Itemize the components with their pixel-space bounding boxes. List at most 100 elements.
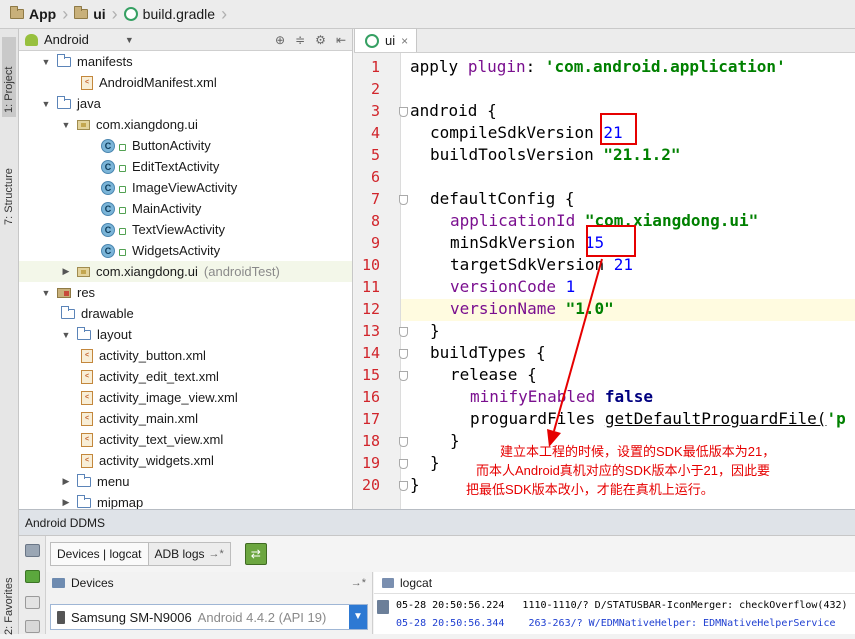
gradle-file-icon (365, 33, 379, 48)
line-number: 5 (370, 146, 380, 164)
camera-icon[interactable] (25, 544, 40, 557)
fold-marker-icon[interactable] (399, 371, 408, 381)
tree-item[interactable]: < activity_widgets.xml (19, 450, 352, 471)
run-icon[interactable] (25, 570, 40, 583)
tree-item-label: ImageViewActivity (132, 180, 238, 195)
logcat-pane: logcat 05-28 20:50:56.224 1110-1110/? D/… (374, 572, 855, 634)
view-selector[interactable]: Android (44, 32, 89, 47)
line-number: 20 (361, 476, 380, 494)
fold-marker-icon[interactable] (399, 107, 408, 117)
settings-icon[interactable] (25, 620, 40, 633)
collapsed-arrow-icon[interactable]: ▶ (61, 497, 71, 508)
scroll-from-source-icon[interactable]: ⊕ (275, 33, 285, 47)
tree-item-label: AndroidManifest.xml (99, 75, 217, 90)
code-line-19: } (430, 453, 440, 472)
tree-item[interactable]: < activity_main.xml (19, 408, 352, 429)
dropdown-arrow-icon[interactable]: ▼ (125, 35, 134, 45)
line-number: 8 (370, 212, 380, 230)
code-line-18: } (450, 431, 460, 450)
expanded-arrow-icon[interactable]: ▼ (61, 120, 71, 130)
favorites-tool-tab[interactable]: 2: Favorites (2, 569, 16, 639)
structure-tool-tab[interactable]: 7: Structure (2, 149, 16, 229)
tree-item[interactable]: ▼ com.xiangdong.ui (19, 114, 352, 135)
tree-item[interactable]: < activity_button.xml (19, 345, 352, 366)
tree-item[interactable]: ▼ res (19, 282, 352, 303)
hide-panel-icon[interactable]: ⇤ (336, 33, 346, 47)
tab-ui[interactable]: ui × (354, 28, 418, 52)
pin-icon: →* (208, 548, 224, 560)
tab-adb-logs[interactable]: ADB logs →* (148, 542, 231, 566)
ddms-tab-bar: Devices | logcat ADB logs →* ⇄ (46, 536, 855, 572)
tree-item[interactable]: ▼ java (19, 93, 352, 114)
line-number: 7 (370, 190, 380, 208)
collapsed-arrow-icon[interactable]: ▶ (61, 476, 71, 487)
tree-item[interactable]: C ImageViewActivity (19, 177, 352, 198)
lock-icon (119, 144, 126, 151)
tree-item[interactable]: < activity_image_view.xml (19, 387, 352, 408)
device-select[interactable]: Samsung SM-N9006 Android 4.4.2 (API 19) … (50, 604, 368, 630)
fold-marker-icon[interactable] (399, 437, 408, 447)
package-icon (77, 119, 90, 130)
tree-item[interactable]: C ButtonActivity (19, 135, 352, 156)
class-icon: C (101, 243, 115, 258)
tree-item[interactable]: ▶ menu (19, 471, 352, 492)
fold-marker-icon[interactable] (399, 459, 408, 469)
code-line-1: apply plugin: 'com.android.application' (410, 57, 786, 76)
code-line-7: defaultConfig { (430, 189, 575, 208)
expanded-arrow-icon[interactable]: ▼ (41, 288, 51, 298)
gear-icon[interactable]: ⚙ (315, 33, 326, 47)
lock-icon (119, 228, 126, 235)
line-number: 3 (370, 102, 380, 120)
breadcrumb-item-ui[interactable]: ui (70, 3, 109, 25)
tree-item[interactable]: C EditTextActivity (19, 156, 352, 177)
tree-item[interactable]: C WidgetsActivity (19, 240, 352, 261)
folder-icon (57, 95, 71, 109)
fold-marker-icon[interactable] (399, 195, 408, 205)
tree-item[interactable]: < AndroidManifest.xml (19, 72, 352, 93)
code-line-10: targetSdkVersion 21 (450, 255, 634, 274)
folder-icon (10, 6, 24, 19)
tree-item[interactable]: ▼ layout (19, 324, 352, 345)
trash-icon[interactable] (377, 600, 389, 614)
fold-marker-icon[interactable] (399, 327, 408, 337)
xml-file-icon: < (81, 390, 93, 405)
line-number: 17 (361, 410, 380, 428)
breadcrumb-item-app[interactable]: App (6, 3, 60, 25)
tab-devices-logcat[interactable]: Devices | logcat (50, 542, 149, 566)
collapse-all-icon[interactable]: ≑ (295, 33, 305, 47)
tree-item[interactable]: < activity_text_view.xml (19, 429, 352, 450)
layout-icon[interactable] (25, 596, 40, 609)
tree-item[interactable]: < activity_edit_text.xml (19, 366, 352, 387)
tree-item[interactable]: drawable (19, 303, 352, 324)
tree-item[interactable]: ▶ com.xiangdong.ui (androidTest) (19, 261, 352, 282)
tree-item[interactable]: C MainActivity (19, 198, 352, 219)
tree-item-label: mipmap (97, 495, 144, 510)
tree-item-label: activity_button.xml (99, 348, 206, 363)
code-line-14: buildTypes { (430, 343, 546, 362)
phone-icon (57, 610, 65, 624)
project-tool-tab[interactable]: 1: Project (2, 37, 16, 117)
code-editor[interactable]: 1 2 3 4 5 6 7 8 9 10 11 12 13 14 15 16 17 18 19 20 apply pl… (354, 53, 855, 509)
package-icon (77, 266, 90, 277)
collapsed-arrow-icon[interactable]: ▶ (61, 266, 71, 277)
sync-icon[interactable]: ⇄ (244, 543, 267, 565)
code-line-4: compileSdkVersion 21 (430, 123, 623, 142)
tree-item[interactable]: C TextViewActivity (19, 219, 352, 240)
expanded-arrow-icon[interactable]: ▼ (41, 57, 51, 67)
chevron-down-icon[interactable]: ▼ (349, 605, 367, 629)
tree-item[interactable]: ▼ manifests (19, 51, 352, 72)
line-number: 18 (361, 432, 380, 450)
code-line-11: versionCode 1 (450, 277, 576, 296)
close-icon[interactable]: × (401, 34, 408, 48)
fold-marker-icon[interactable] (399, 349, 408, 359)
fold-marker-icon[interactable] (399, 481, 408, 491)
breadcrumb: App › ui › build.gradle › (0, 0, 855, 29)
breadcrumb-item-build-gradle[interactable]: build.gradle (120, 3, 219, 25)
log-line: 05-28 20:50:56.344 263-263/? W/EDMNative… (396, 618, 836, 629)
folder-icon (77, 326, 91, 340)
code-line-17: proguardFiles getDefaultProguardFile('p (470, 409, 846, 428)
expanded-arrow-icon[interactable]: ▼ (41, 99, 51, 109)
tree-item-label: TextViewActivity (132, 222, 225, 237)
expanded-arrow-icon[interactable]: ▼ (61, 330, 71, 340)
class-icon: C (101, 222, 115, 237)
